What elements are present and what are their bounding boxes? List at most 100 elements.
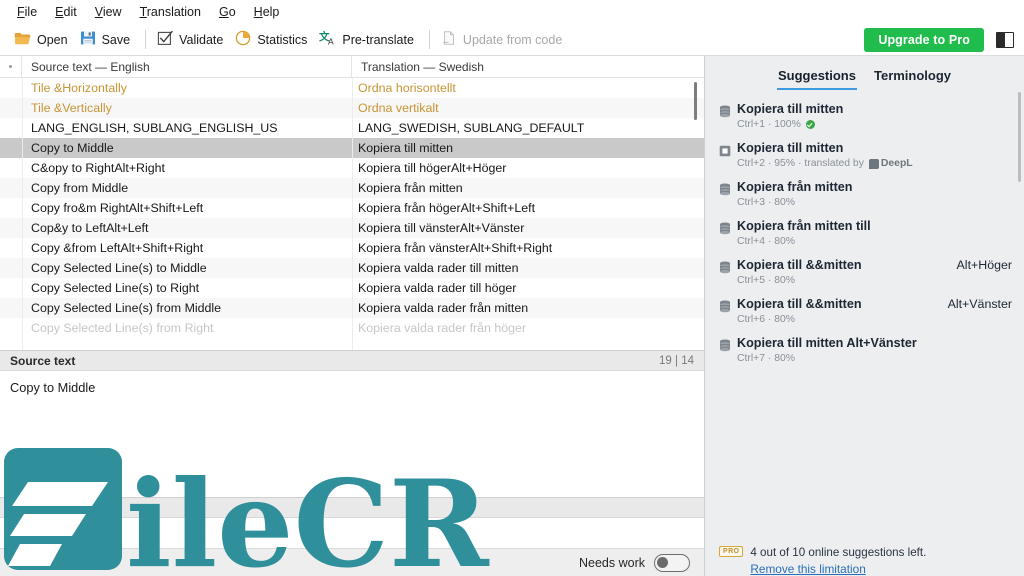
row-gutter	[0, 318, 22, 338]
table-row[interactable]: Cop&y to LeftAlt+Left Kopiera till vänste…	[0, 218, 704, 238]
suggestion-meta: Ctrl+5 · 80%	[737, 275, 1012, 286]
grid-scrollbar[interactable]	[691, 80, 700, 348]
table-row[interactable]: Copy from Middle Kopiera från mitten	[0, 178, 704, 198]
suggestion-meta: Ctrl+3 · 80%	[737, 197, 1012, 208]
suggestion-item[interactable]: Kopiera till mitten Ctrl+1 · 100%	[705, 102, 1024, 130]
upgrade-to-pro-button[interactable]: Upgrade to Pro	[864, 27, 984, 52]
menu-bar: File Edit View Translation Go Help	[0, 0, 1024, 24]
row-source-text: Tile &Horizontally	[31, 81, 127, 95]
pro-notice-text: 4 out of 10 online suggestions left.	[750, 545, 927, 559]
menu-translation[interactable]: Translation	[131, 3, 210, 21]
translation-memory-icon	[719, 180, 737, 208]
row-translation-text: Kopiera till högerAlt+Höger	[358, 161, 507, 175]
grid-scrollbar-thumb[interactable]	[694, 82, 697, 120]
suggestion-item[interactable]: Kopiera till mitten Alt+Vänster Ctrl+7 · …	[705, 336, 1024, 364]
table-row[interactable]: Copy Selected Line(s) to Right Kopiera va…	[0, 278, 704, 298]
table-row[interactable]: LANG_ENGLISH, SUBLANG_ENGLISH_US LANG_SWE…	[0, 118, 704, 138]
provider-prefix: · translated by	[798, 158, 864, 169]
suggestion-item[interactable]: Kopiera från mitten Ctrl+3 · 80%	[705, 180, 1024, 208]
sidebar-tabs: Suggestions Terminology	[705, 56, 1024, 90]
statistics-button[interactable]: Statistics	[231, 27, 315, 52]
floppy-disk-icon	[80, 30, 96, 49]
validate-button[interactable]: Validate	[153, 27, 231, 52]
menu-view[interactable]: View	[86, 3, 131, 21]
translation-editor-input[interactable]	[0, 518, 704, 548]
table-row[interactable]: Copy &from LeftAlt+Shift+Right Kopiera fr…	[0, 238, 704, 258]
table-row[interactable]: Copy Selected Line(s) to Middle Kopiera v…	[0, 258, 704, 278]
open-button[interactable]: Open	[10, 28, 76, 52]
save-label: Save	[101, 32, 131, 47]
table-row[interactable]: C&opy to RightAlt+Right Kopiera till höge…	[0, 158, 704, 178]
suggestion-item[interactable]: Kopiera till &&mitten Alt+Höger Ctrl+5 · 8…	[705, 258, 1024, 286]
pro-limit-notice: PRO 4 out of 10 online suggestions left.…	[705, 534, 1024, 576]
column-header-translation[interactable]: Translation — Swedish	[352, 56, 704, 77]
menu-file[interactable]: File	[8, 3, 46, 21]
suggestion-shortcut-score: Ctrl+4 · 80%	[737, 236, 796, 247]
row-source-text: LANG_ENGLISH, SUBLANG_ENGLISH_US	[31, 121, 278, 135]
translation-grid-pane: Source text — English Translation — Swed…	[0, 56, 704, 576]
column-header-source[interactable]: Source text — English	[22, 56, 352, 77]
toolbar-separator-1	[145, 30, 147, 49]
row-source-text: Copy Selected Line(s) to Middle	[31, 261, 207, 275]
suggestion-shortcut-score: Ctrl+3 · 80%	[737, 197, 796, 208]
grid-body: Tile &Horizontally Ordna horisontellt Tile…	[0, 78, 704, 350]
suggestion-accelerator: Alt+Vänster	[947, 297, 1012, 311]
translate-icon: 文 A	[318, 30, 336, 49]
suggestion-shortcut-score: Ctrl+5 · 80%	[737, 275, 796, 286]
table-row[interactable]: Copy fro&m RightAlt+Shift+Left Kopiera fr…	[0, 198, 704, 218]
verified-check-icon	[805, 120, 815, 129]
row-translation-text: Kopiera från högerAlt+Shift+Left	[358, 201, 536, 215]
suggestion-list: Kopiera till mitten Ctrl+1 · 100% Kopiera …	[705, 90, 1024, 534]
suggestion-text: Kopiera till mitten	[737, 102, 844, 116]
row-translation-text: LANG_SWEDISH, SUBLANG_DEFAULT	[358, 121, 585, 135]
menu-go[interactable]: Go	[210, 3, 245, 21]
suggestion-text: Kopiera till mitten	[737, 141, 844, 155]
tab-suggestions[interactable]: Suggestions	[776, 66, 857, 90]
save-button[interactable]: Save	[76, 27, 139, 52]
bottom-status-bar: Needs work	[0, 548, 704, 576]
row-gutter	[0, 218, 22, 238]
pre-translate-button[interactable]: 文 A Pre-translate	[315, 27, 422, 52]
statistics-label: Statistics	[257, 32, 308, 47]
translation-memory-icon	[719, 258, 737, 286]
suggestion-shortcut-score: Ctrl+7 · 80%	[737, 353, 796, 364]
suggestion-text: Kopiera från mitten till	[737, 219, 871, 233]
menu-help[interactable]: Help	[245, 3, 289, 21]
table-row[interactable]: Copy Selected Line(s) from Right Kopiera …	[0, 318, 704, 338]
update-from-code-label: Update from code	[462, 32, 563, 47]
remove-limitation-link[interactable]: Remove this limitation	[750, 562, 926, 576]
update-from-code-button[interactable]: Update from code	[437, 27, 570, 52]
grid-header: Source text — English Translation — Swed…	[0, 56, 704, 78]
main-content: Source text — English Translation — Swed…	[0, 56, 1024, 576]
row-gutter	[0, 98, 22, 118]
suggestion-item[interactable]: Kopiera från mitten till Ctrl+4 · 80%	[705, 219, 1024, 247]
sidebar-scrollbar[interactable]	[1017, 92, 1022, 570]
document-refresh-icon	[441, 30, 457, 49]
table-row[interactable]: Copy to Middle Kopiera till mitten	[0, 138, 704, 158]
grid-gutter-header	[0, 56, 22, 77]
sidebar: Suggestions Terminology Kopiera till mit…	[704, 56, 1024, 576]
translation-memory-icon	[719, 297, 737, 325]
toolbar: Open Save Validate Statistics 文 A Pre-tr…	[0, 24, 1024, 56]
table-row[interactable]: Copy Selected Line(s) from Middle Kopiera…	[0, 298, 704, 318]
row-gutter	[0, 158, 22, 178]
svg-text:A: A	[328, 37, 334, 47]
translation-memory-icon	[719, 219, 737, 247]
table-row[interactable]: Tile &Vertically Ordna vertikalt	[0, 98, 704, 118]
tab-terminology[interactable]: Terminology	[873, 66, 952, 90]
suggestion-meta: Ctrl+6 · 80%	[737, 314, 1012, 325]
row-source-text: Copy &from LeftAlt+Shift+Right	[31, 241, 204, 255]
sidebar-scrollbar-thumb[interactable]	[1018, 92, 1021, 182]
row-source-text: Copy from Middle	[31, 181, 129, 195]
table-row[interactable]: Tile &Horizontally Ordna horisontellt	[0, 78, 704, 98]
suggestion-shortcut-score: Ctrl+6 · 80%	[737, 314, 796, 325]
menu-edit[interactable]: Edit	[46, 3, 86, 21]
row-translation-text: Kopiera från vänsterAlt+Shift+Right	[358, 241, 553, 255]
suggestion-item[interactable]: Kopiera till mitten Ctrl+2 · 95% · transla…	[705, 141, 1024, 169]
needs-work-toggle[interactable]	[654, 553, 690, 572]
sidebar-toggle-icon[interactable]	[996, 31, 1014, 48]
row-gutter	[0, 238, 22, 258]
row-gutter	[0, 138, 22, 158]
validate-label: Validate	[179, 32, 224, 47]
suggestion-item[interactable]: Kopiera till &&mitten Alt+Vänster Ctrl+6 ·…	[705, 297, 1024, 325]
